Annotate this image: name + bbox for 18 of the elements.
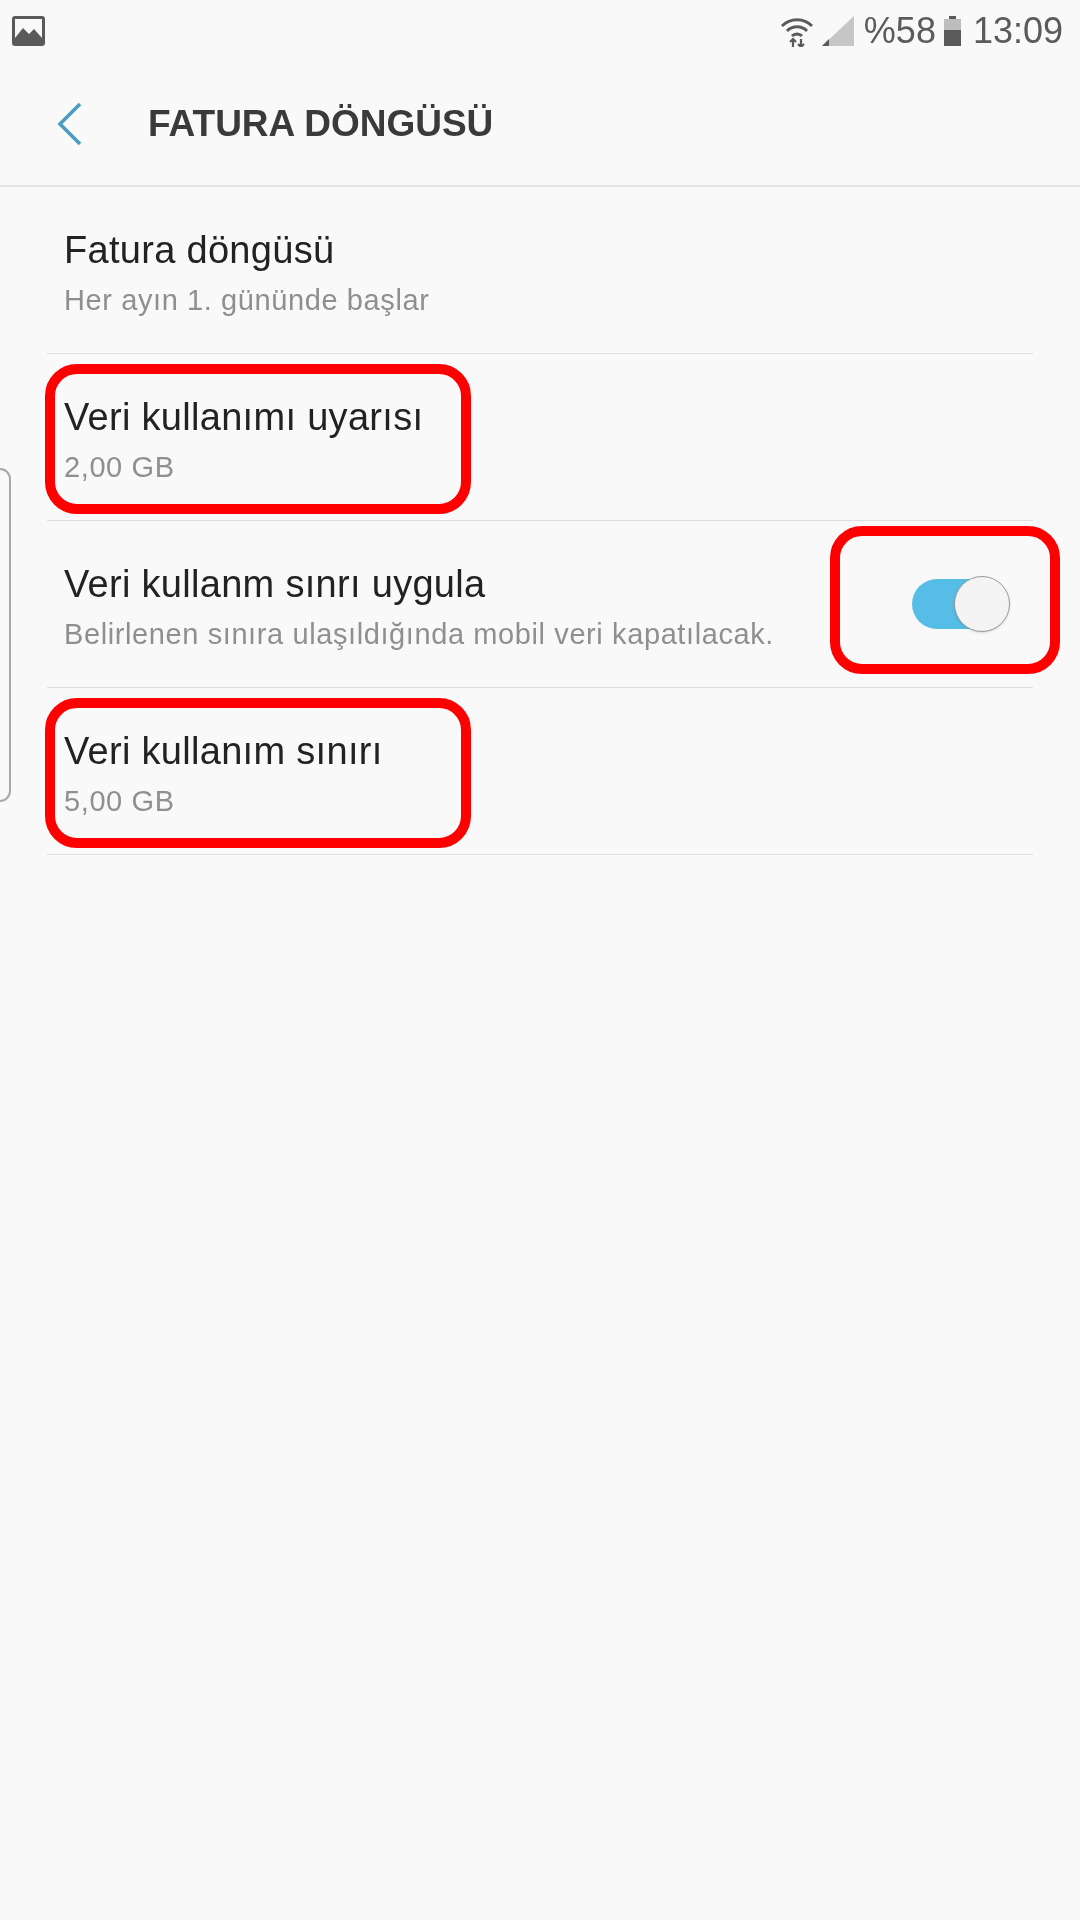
setting-title[interactable]: Veri kullanımı uyarısı [64, 395, 424, 440]
setting-value: 5,00 GB [64, 784, 175, 818]
setting-title[interactable]: Veri kullanım sınırı [64, 729, 383, 774]
clock-time: 13:09 [972, 13, 1063, 49]
back-icon [57, 101, 83, 146]
setting-title[interactable]: Fatura döngüsü [64, 228, 335, 273]
toggle-switch[interactable] [912, 576, 1010, 632]
battery-icon [943, 16, 961, 46]
battery-percentage: %58 [863, 13, 936, 49]
wifi-icon [779, 15, 814, 47]
setting-description: Belirlenen sınıra ulaşıldığında mobil veri kapatılacak. [64, 617, 775, 651]
edge-panel-handle[interactable] [0, 468, 11, 802]
setting-value: Her ayın 1. gününde başlar [64, 283, 430, 317]
page-title: FATURA DÖNGÜSÜ [148, 105, 494, 142]
signal-icon [821, 16, 854, 46]
picture-icon [12, 16, 45, 46]
setting-value: 2,00 GB [64, 450, 175, 484]
setting-title[interactable]: Veri kullanm sınrı uygula [64, 562, 486, 607]
